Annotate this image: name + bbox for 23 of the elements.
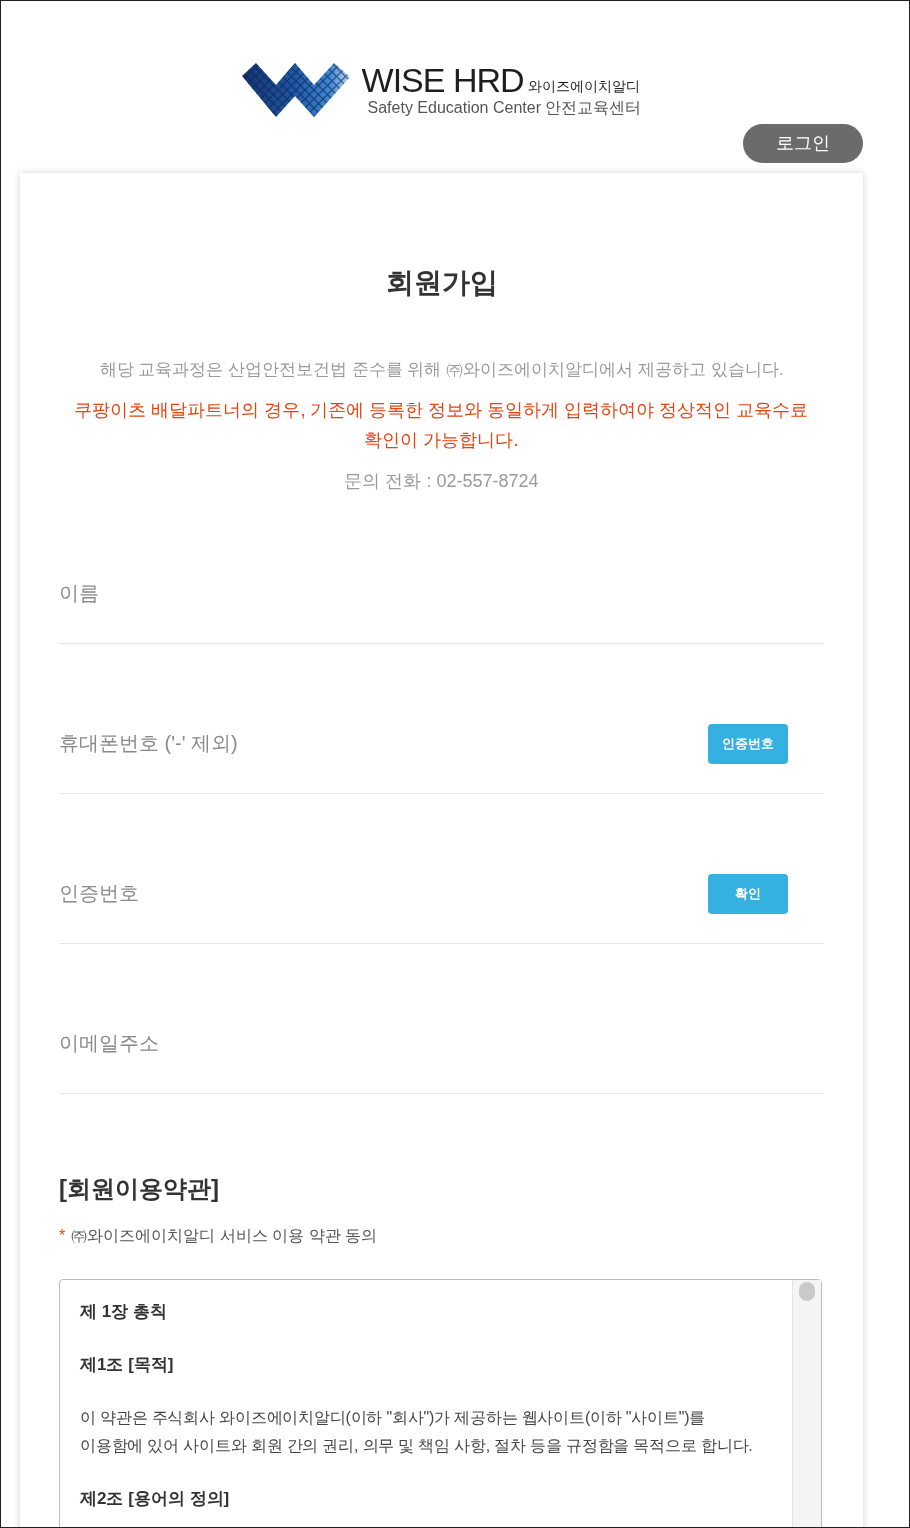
- section-title: [회원이용약관]: [59, 1174, 219, 1204]
- input-field[interactable]: 인증번호: [59, 844, 708, 943]
- agreement-label: ㈜와이즈에이치알디 서비스 이용 약관 동의: [71, 1226, 377, 1246]
- brand-korean-name: 와이즈에이치알디: [527, 77, 640, 96]
- logo-icon: [241, 63, 350, 117]
- page-title: 회원가입: [384, 266, 499, 300]
- login-button[interactable]: 로그인: [743, 124, 863, 163]
- brand-name: WISE HRD: [361, 62, 524, 98]
- notice-text: 해당 교육과정은 산업안전보건법 준수를 위해 ㈜와이즈에이치알디에서 제공하고 있습니다.: [99, 359, 784, 381]
- input-field[interactable]: 이메일주소: [59, 994, 824, 1093]
- input-field[interactable]: 휴대폰번호 ('-' 제외): [59, 694, 708, 793]
- contact-text: 문의 전화 : 02-557-8724: [344, 470, 539, 492]
- verify-button[interactable]: 확인: [708, 873, 788, 914]
- input-field[interactable]: 이름: [59, 544, 824, 643]
- verify-button[interactable]: 인증번호: [708, 723, 788, 764]
- terms-heading: 제 1장 총칙: [80, 1301, 167, 1323]
- terms-heading: 제2조 [용어의 정의]: [80, 1488, 230, 1510]
- required-mark: *: [59, 1226, 66, 1246]
- warning-text: 쿠팡이츠 배달파트너의 경우, 기존에 등록한 정보와 동일하게 입력하여야 정상적인 교육수료 확인이 가능합니다.: [73, 399, 810, 452]
- scrollbar-thumb[interactable]: [799, 1282, 815, 1301]
- terms-heading: 제1조 [목적]: [80, 1354, 174, 1376]
- brand-tagline: Safety Education Center 안전교육센터: [367, 98, 642, 118]
- terms-paragraph: 이 약관은 주식회사 와이즈에이치알디(이하 "회사")가 제공하는 웹사이트(이하 "사이트")를 이용함에 있어 사이트와 회원 간의 권리, 의무 및 책임 사항, 절차 등을 규정함을 목적으로 합니다.: [80, 1408, 753, 1456]
